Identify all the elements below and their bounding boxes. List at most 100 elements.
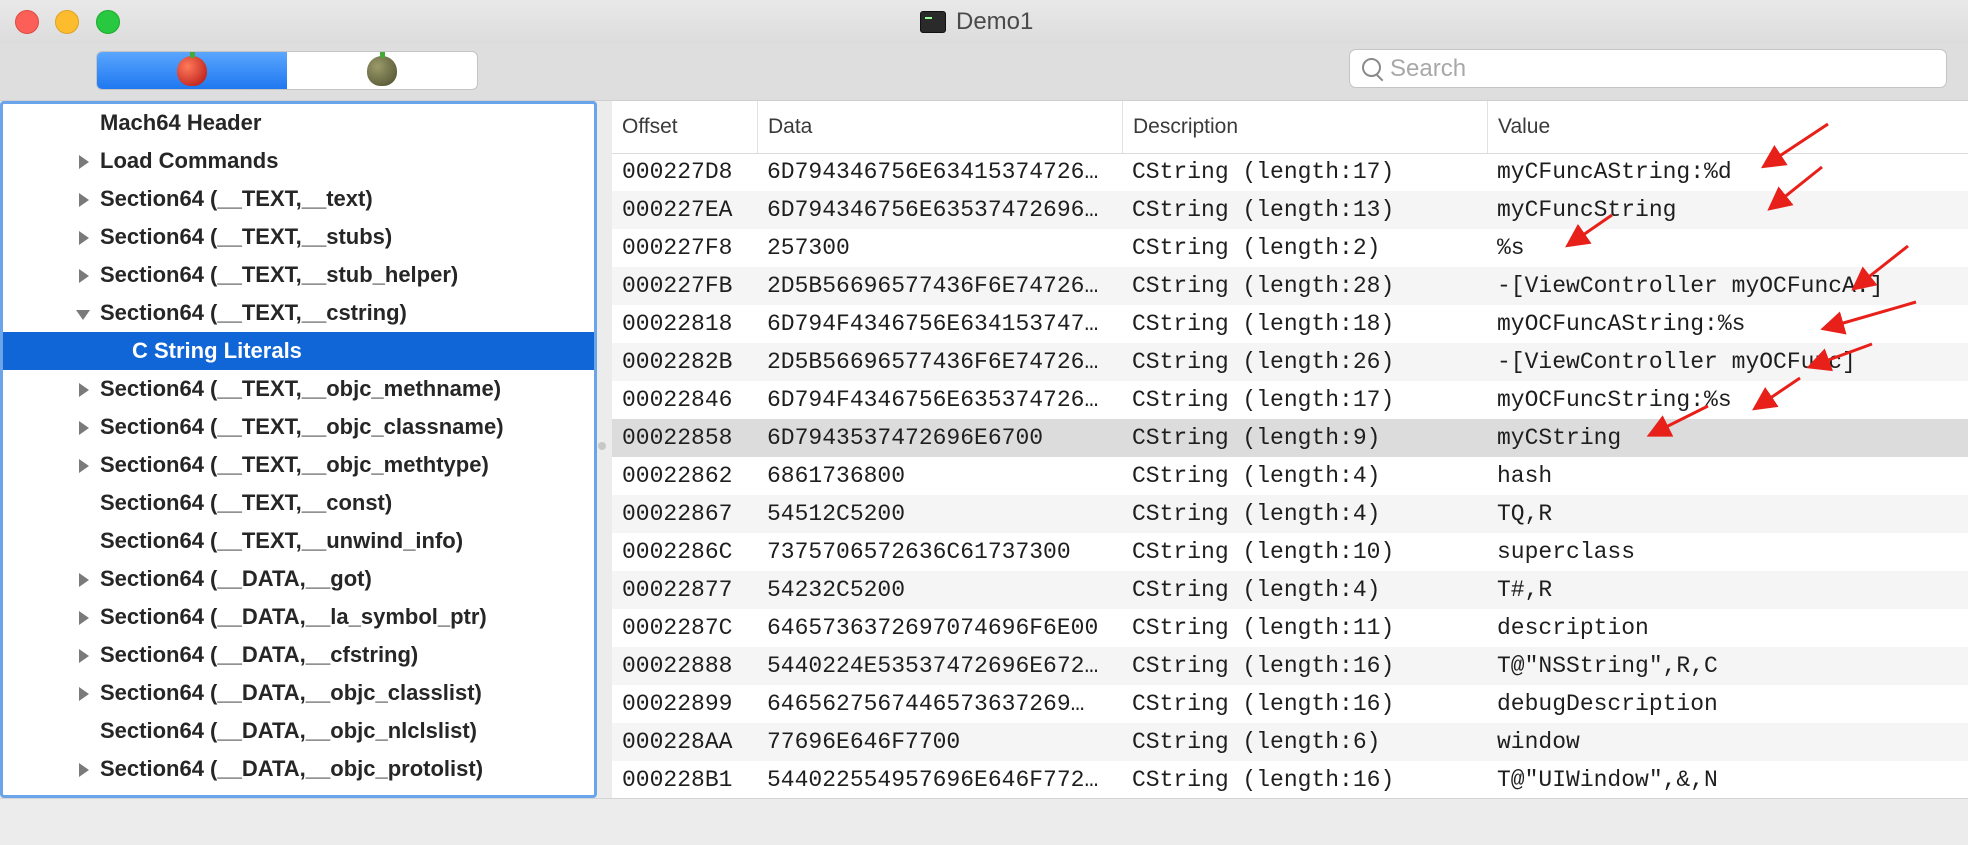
value-cell: TQ,R [1497,501,1553,527]
description-cell: CString (length:16) [1132,767,1395,793]
sidebar-item[interactable]: C String Literals [3,332,594,370]
sidebar-item-label: Section64 (__TEXT,__unwind_info) [100,528,464,553]
description-cell: CString (length:6) [1132,729,1381,755]
sidebar-item[interactable]: Load Commands [3,142,594,180]
table-row[interactable]: 000227D8 6D794346756E63415374726… CString … [612,153,1968,191]
disclosure-triangle-right-icon[interactable] [79,269,89,283]
title-bar: Demo1 [0,0,1968,44]
sidebar-item[interactable]: Section64 (__TEXT,__text) [3,180,594,218]
sidebar-item[interactable]: Section64 (__TEXT,__objc_methname) [3,370,594,408]
description-cell: CString (length:9) [1132,425,1381,451]
sidebar-item[interactable]: Section64 (__DATA,__cfstring) [3,636,594,674]
description-cell: CString (length:18) [1132,311,1395,337]
sidebar-item[interactable]: Section64 (__TEXT,__objc_classname) [3,408,594,446]
offset-cell: 000227EA [622,197,733,223]
sidebar-item[interactable]: Section64 (__TEXT,__objc_methtype) [3,446,594,484]
column-header-value[interactable]: Value [1487,101,1968,153]
disclosure-triangle-right-icon[interactable] [79,383,89,397]
description-cell: CString (length:16) [1132,691,1395,717]
value-cell: -[ViewController myOCFunc] [1497,349,1856,375]
disclosure-triangle-right-icon[interactable] [79,459,89,473]
sidebar-item-label: Section64 (__TEXT,__text) [100,186,373,211]
split-view-divider[interactable] [597,440,607,454]
value-cell: superclass [1497,539,1636,565]
segment-gray-apple[interactable] [287,52,477,89]
disclosure-triangle-right-icon[interactable] [79,649,89,663]
offset-cell: 00022877 [622,577,733,603]
sidebar-item[interactable]: Section64 (__DATA,__objc_protolist) [3,750,594,788]
table-row[interactable]: 00022846 6D794F4346756E635374726… CString … [612,381,1968,419]
disclosure-triangle-right-icon[interactable] [79,231,89,245]
table-row[interactable]: 000228B1 544022554957696E646F772… CString … [612,761,1968,798]
offset-cell: 0002282B [622,349,733,375]
table-row[interactable]: 00022877 54232C5200 CString (length:4) T#,R [612,571,1968,609]
data-cell: 6465627567446573637269… [767,691,1085,717]
sidebar-item[interactable]: Section64 (__TEXT,__const) [3,484,594,522]
sidebar-item[interactable]: Section64 (__TEXT,__cstring) [3,294,594,332]
sidebar-item-label: Section64 (__TEXT,__objc_classname) [100,414,504,439]
gray-apple-icon [367,52,397,86]
close-window-button[interactable] [15,10,39,34]
search-field[interactable] [1349,49,1947,88]
disclosure-triangle-right-icon[interactable] [79,687,89,701]
disclosure-triangle-right-icon[interactable] [79,611,89,625]
window-title-group: Demo1 [920,8,1033,36]
sidebar-item-label: Section64 (__DATA,__cfstring) [100,642,419,667]
table-row[interactable]: 0002286C 7375706572636C61737300 CString (l… [612,533,1968,571]
column-header-offset[interactable]: Offset [612,101,757,153]
sidebar-item[interactable]: Section64 (__DATA,__objc_classlist) [3,674,594,712]
table-row[interactable]: 0002287C 6465736372697074696F6E00 CString … [612,609,1968,647]
data-cell: 77696E646F7700 [767,729,961,755]
red-apple-icon [177,52,207,86]
sidebar-item-label: Section64 (__TEXT,__stubs) [100,224,393,249]
table-row[interactable]: 00022862 6861736800 CString (length:4) hash [612,457,1968,495]
table-row[interactable]: 000227F8 257300 CString (length:2) %s [612,229,1968,267]
sidebar-item[interactable]: Section64 (__TEXT,__stub_helper) [3,256,594,294]
offset-cell: 000228AA [622,729,733,755]
table-row[interactable]: 00022899 6465627567446573637269… CString (… [612,685,1968,723]
status-bar [0,798,1968,845]
table-row[interactable]: 000228AA 77696E646F7700 CString (length:6)… [612,723,1968,761]
toolbar [0,44,1968,101]
data-cell: 544022554957696E646F772… [767,767,1099,793]
column-header-description[interactable]: Description [1122,101,1487,153]
disclosure-triangle-right-icon[interactable] [79,193,89,207]
segment-red-apple[interactable] [97,52,287,89]
search-input[interactable] [1388,54,1912,83]
column-header-data[interactable]: Data [757,101,1122,153]
table-row[interactable]: 0002282B 2D5B56696577436F6E74726… CString … [612,343,1968,381]
offset-cell: 00022867 [622,501,733,527]
data-cell: 257300 [767,235,850,261]
zoom-window-button[interactable] [96,10,120,34]
sidebar-item-label: Load Commands [100,148,279,173]
sidebar-item[interactable]: Section64 (__TEXT,__stubs) [3,218,594,256]
offset-cell: 00022818 [622,311,733,337]
table-row[interactable]: 00022888 5440224E53537472696E672… CString … [612,647,1968,685]
description-cell: CString (length:2) [1132,235,1381,261]
sidebar-item[interactable]: Mach64 Header [3,104,594,142]
disclosure-triangle-down-icon[interactable] [76,310,90,320]
disclosure-triangle-right-icon[interactable] [79,763,89,777]
sidebar-item[interactable]: Section64 (__TEXT,__unwind_info) [3,522,594,560]
table-row[interactable]: 00022867 54512C5200 CString (length:4) TQ,R [612,495,1968,533]
minimize-window-button[interactable] [55,10,79,34]
value-cell: debugDescription [1497,691,1718,717]
offset-cell: 00022858 [622,425,733,451]
disclosure-triangle-right-icon[interactable] [79,573,89,587]
table-row[interactable]: 000227FB 2D5B56696577436F6E74726… CString … [612,267,1968,305]
disclosure-triangle-right-icon[interactable] [79,155,89,169]
search-icon [1358,54,1388,84]
table-row[interactable]: 000227EA 6D794346756E63537472696… CString … [612,191,1968,229]
sidebar-item[interactable]: Section64 (__DATA,__la_symbol_ptr) [3,598,594,636]
value-cell: T@"NSString",R,C [1497,653,1718,679]
sidebar-item-label: Section64 (__TEXT,__const) [100,490,393,515]
table-row[interactable]: 00022858 6D7943537472696E6700 CString (len… [612,419,1968,457]
sidebar-item[interactable]: Section64 (__DATA,__objc_nlclslist) [3,712,594,750]
description-cell: CString (length:10) [1132,539,1395,565]
sidebar-item-label: Section64 (__DATA,__la_symbol_ptr) [100,604,487,629]
table-row[interactable]: 00022818 6D794F4346756E634153747… CString … [612,305,1968,343]
description-cell: CString (length:4) [1132,577,1381,603]
sidebar-item[interactable]: Section64 (__DATA,__got) [3,560,594,598]
table-body: 000227D8 6D794346756E63415374726… CString … [612,153,1968,798]
disclosure-triangle-right-icon[interactable] [79,421,89,435]
